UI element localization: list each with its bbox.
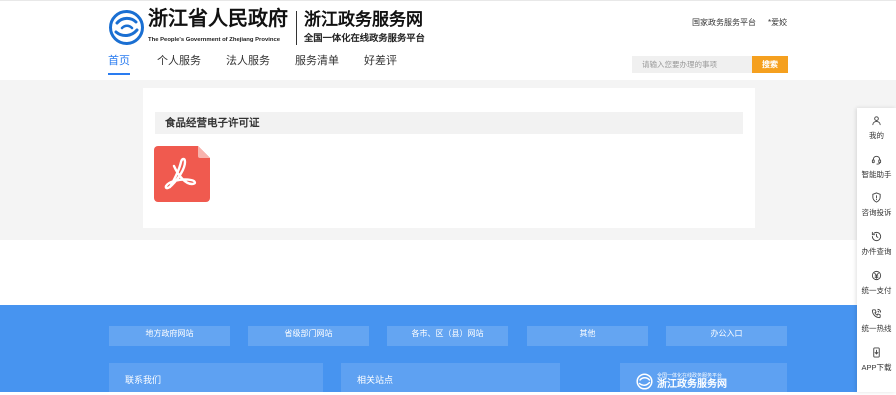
search-button[interactable]: 搜索: [752, 56, 788, 73]
sidebar-item-complaints[interactable]: 咨询投诉: [857, 185, 896, 224]
shield-icon: [871, 192, 882, 203]
footer-related-label: 相关站点: [357, 375, 394, 385]
zhejiang-logo-icon[interactable]: [108, 9, 145, 46]
sidebar-item-case-query[interactable]: 办件查询: [857, 224, 896, 263]
sidebar-item-label: 统一支付: [861, 285, 892, 295]
phone-icon: [871, 308, 882, 319]
header-divider: [296, 11, 297, 45]
sidebar-item-label: 智能助手: [861, 169, 892, 179]
app-download-icon: [871, 347, 882, 358]
footer-contact-box: 联系我们: [109, 363, 323, 392]
footer-logo-box[interactable]: 全国一体化在线政务服务平台 浙江政务服务网: [620, 363, 787, 392]
footer-contact-label: 联系我们: [125, 375, 162, 385]
nav-ratings[interactable]: 好差评: [364, 54, 397, 68]
nav-service-list[interactable]: 服务清单: [295, 54, 339, 68]
footer-tab-office-portal[interactable]: 办公入口: [666, 326, 787, 346]
footer-logo-icon: [636, 373, 653, 390]
user-name-link[interactable]: *爱姣: [768, 18, 787, 28]
footer: 地方政府网站 省级部门网站 各市、区（县）网站 其他 办公入口 联系我们 相关站…: [0, 305, 896, 392]
site-subtitle: 全国一体化在线政务服务平台: [304, 33, 425, 43]
user-icon: [871, 115, 882, 126]
sidebar-item-app-download[interactable]: APP下载: [857, 340, 896, 379]
site-title: 浙江政务服务网: [304, 10, 423, 29]
history-icon: [871, 231, 882, 242]
sidebar-item-label: 统一热线: [861, 324, 892, 334]
content-card: [143, 88, 755, 228]
sidebar-item-label: 咨询投诉: [861, 208, 892, 218]
gov-title: 浙江省人民政府: [148, 8, 288, 30]
footer-tab-city-county[interactable]: 各市、区（县）网站: [387, 326, 508, 346]
gov-subtitle: The People's Government of Zhejiang Prov…: [148, 37, 281, 43]
sidebar-item-payment[interactable]: 统一支付: [857, 263, 896, 302]
sidebar-item-assistant[interactable]: 智能助手: [857, 147, 896, 186]
sidebar-item-label: 办件查询: [861, 247, 892, 257]
section-title: 食品经营电子许可证: [165, 117, 260, 129]
nav-home[interactable]: 首页: [108, 54, 130, 68]
footer-tab-provincial-depts[interactable]: 省级部门网站: [248, 326, 369, 346]
national-platform-link[interactable]: 国家政务服务平台: [692, 18, 756, 28]
pdf-icon[interactable]: [154, 146, 210, 202]
header: 浙江省人民政府 The People's Government of Zheji…: [0, 0, 896, 80]
footer-logo-title: 浙江政务服务网: [657, 379, 727, 390]
footer-related-box: 相关站点: [341, 363, 560, 392]
sidebar-item-mine[interactable]: 我的: [857, 108, 896, 147]
headset-icon: [871, 154, 882, 165]
floating-sidebar: 我的 智能助手 咨询投诉 办件查询 统一支付 统一热线 APP下载: [857, 108, 896, 392]
section-title-bar: 食品经营电子许可证: [155, 112, 743, 134]
nav-corporate-services[interactable]: 法人服务: [226, 54, 270, 68]
sidebar-item-hotline[interactable]: 统一热线: [857, 301, 896, 340]
search-input[interactable]: [632, 56, 752, 73]
footer-tab-other[interactable]: 其他: [527, 326, 648, 346]
yen-icon: [871, 270, 882, 281]
nav-active-indicator: [108, 73, 130, 75]
sidebar-item-label: 我的: [869, 131, 884, 140]
nav-personal-services[interactable]: 个人服务: [157, 54, 201, 68]
footer-tab-local-gov[interactable]: 地方政府网站: [109, 326, 230, 346]
sidebar-item-label: APP下载: [861, 363, 892, 373]
